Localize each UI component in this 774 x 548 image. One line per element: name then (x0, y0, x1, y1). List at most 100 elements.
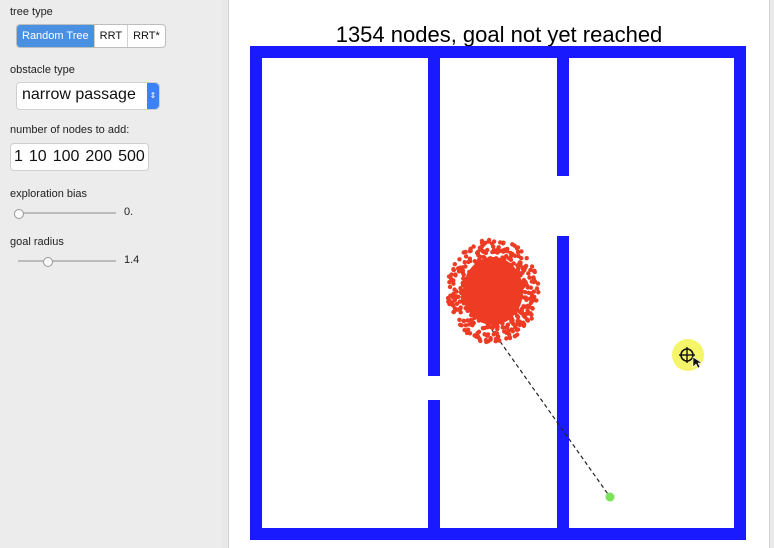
tree-node (505, 322, 511, 327)
tree-node (524, 256, 529, 261)
tree-path-line (491, 329, 611, 498)
start-node (605, 492, 615, 502)
tree-node (535, 281, 541, 286)
tree-node (485, 333, 490, 338)
tree-node (457, 299, 463, 304)
tree-node (509, 253, 514, 259)
tree-node (531, 275, 536, 280)
tree-node (466, 259, 471, 265)
tree-node (478, 338, 483, 344)
tree-node (529, 316, 534, 321)
tree-node (460, 270, 465, 275)
tree-type-rrt-star[interactable]: RRT* (128, 25, 165, 47)
node-cloud (445, 237, 541, 345)
tree-node (472, 333, 477, 338)
tree-node (527, 304, 532, 309)
tree-node (451, 281, 456, 286)
tree-node (480, 326, 486, 331)
nodes-to-add-buttons: 1 10 100 200 500 (10, 143, 149, 171)
tree-node (463, 323, 468, 328)
tree-node (525, 283, 530, 289)
tree-node (515, 249, 521, 255)
tree-node (463, 254, 469, 259)
tree-node (531, 279, 536, 285)
wall-inner-2-lower (557, 236, 569, 528)
tree-node (488, 337, 493, 342)
tree-node (501, 248, 506, 253)
tree-node (517, 260, 523, 265)
tree-node (494, 249, 500, 254)
tree-node (451, 291, 456, 297)
tree-node (467, 249, 473, 254)
tree-node (529, 264, 535, 269)
tree-node (477, 247, 483, 252)
exploration-bias-thumb[interactable] (14, 209, 24, 219)
obstacle-type-dropdown[interactable]: narrow passage ⇕ (16, 82, 160, 110)
tree-node (521, 323, 527, 328)
tree-node (451, 267, 456, 272)
tree-node (534, 286, 540, 291)
tree-node (526, 290, 531, 295)
goal-radius-value: 1.4 (124, 254, 140, 266)
tree-node (458, 265, 463, 270)
tree-node (525, 318, 531, 323)
add-1-button[interactable]: 1 (11, 144, 26, 170)
tree-node (525, 308, 530, 313)
tree-node (448, 301, 453, 306)
tree-node (458, 289, 463, 295)
tree-node (510, 319, 515, 324)
control-panel: tree type Random Tree RRT RRT* obstacle … (0, 0, 222, 548)
tree-node (459, 323, 464, 328)
add-200-button[interactable]: 200 (82, 144, 115, 170)
add-500-button[interactable]: 500 (115, 144, 148, 170)
add-100-button[interactable]: 100 (50, 144, 83, 170)
obstacle-type-label: obstacle type (10, 64, 75, 76)
tree-node (484, 339, 489, 345)
tree-node (447, 284, 453, 290)
tree-type-random-tree[interactable]: Random Tree (17, 25, 95, 47)
planning-field (250, 46, 746, 540)
tree-node (479, 238, 485, 244)
exploration-bias-label: exploration bias (10, 188, 88, 200)
tree-type-rrt[interactable]: RRT (95, 25, 129, 47)
nodes-to-add-label: number of nodes to add: (10, 124, 130, 136)
tree-node (515, 314, 521, 320)
wall-bottom (250, 528, 746, 540)
tree-node (458, 286, 463, 291)
tree-node (449, 272, 454, 277)
tree-node (507, 334, 512, 340)
tree-node (510, 329, 515, 334)
chevron-updown-icon: ⇕ (147, 83, 159, 109)
add-10-button[interactable]: 10 (26, 144, 50, 170)
tree-node (516, 253, 521, 259)
tree-node (476, 329, 482, 334)
tree-node (486, 237, 492, 243)
tree-node (510, 242, 515, 247)
tree-node (491, 332, 496, 337)
goal-radius-thumb[interactable] (43, 257, 54, 267)
tree-node (527, 296, 533, 301)
wall-top (250, 46, 746, 58)
wall-inner-1-lower (428, 400, 440, 528)
tree-type-label: tree type (10, 6, 53, 18)
tree-node (457, 317, 462, 322)
tree-node (461, 318, 467, 324)
planning-canvas: 1354 nodes, goal not yet reached (228, 0, 770, 548)
tree-node (457, 257, 462, 262)
tree-node (462, 327, 467, 333)
node-cluster-core (463, 257, 523, 325)
tree-node (455, 307, 460, 312)
tree-node (496, 245, 501, 250)
tree-node (515, 318, 520, 324)
exploration-bias-slider[interactable] (14, 209, 116, 219)
tree-node (498, 240, 503, 245)
goal-radius-slider[interactable] (18, 257, 116, 267)
tree-node (526, 271, 531, 276)
tree-node (527, 275, 532, 280)
wall-inner-2-upper (557, 58, 569, 176)
goal-radius-label: goal radius (10, 236, 64, 248)
tree-node (494, 337, 500, 342)
tree-node (474, 250, 480, 256)
obstacle-type-value: narrow passage (22, 86, 136, 103)
wall-right (734, 46, 746, 540)
